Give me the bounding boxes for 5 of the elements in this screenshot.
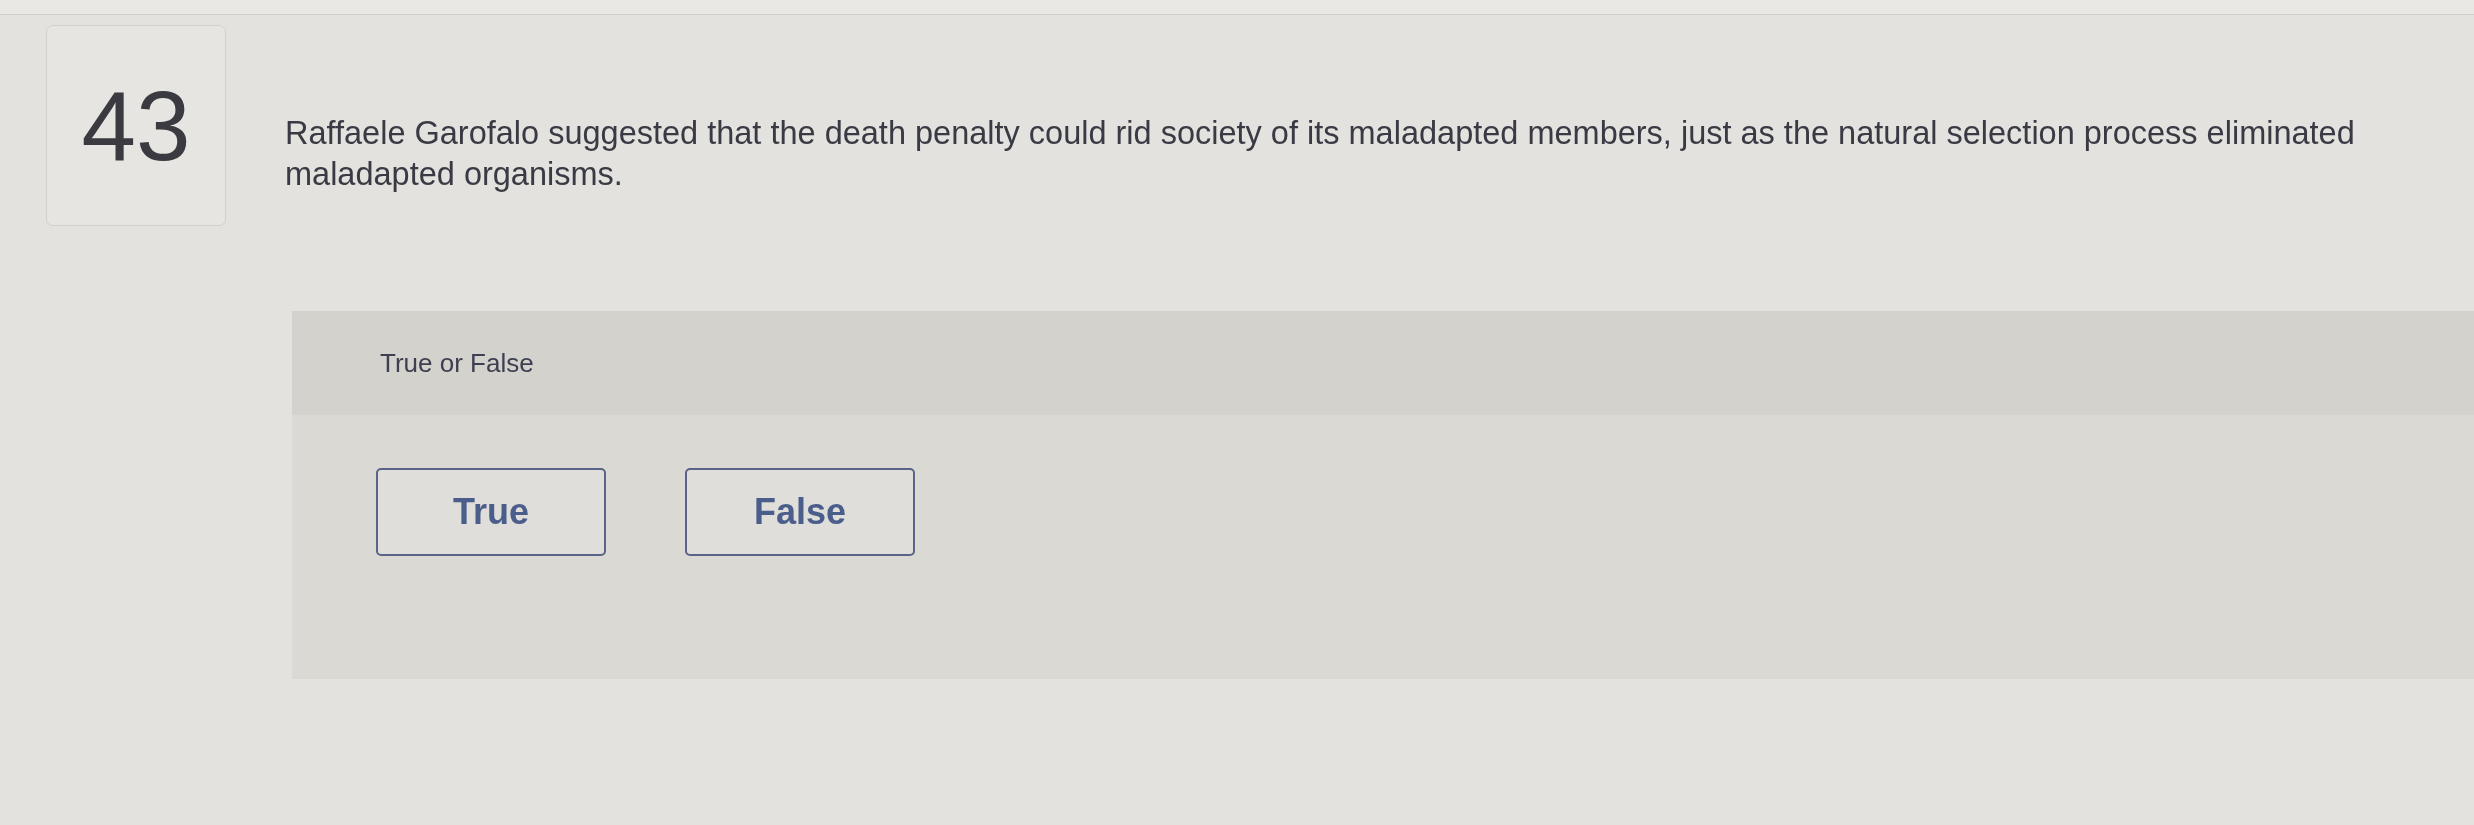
- answer-option-button[interactable]: False: [685, 468, 915, 556]
- question-text: Raffaele Garofalo suggested that the death penalty could rid society of its maladapted members, just as the natural selection process eliminated maladapted organisms.: [285, 114, 2356, 194]
- question-number: 43: [46, 25, 226, 226]
- answer-option-button[interactable]: True: [376, 468, 606, 556]
- prompt-text: True or False: [380, 347, 534, 379]
